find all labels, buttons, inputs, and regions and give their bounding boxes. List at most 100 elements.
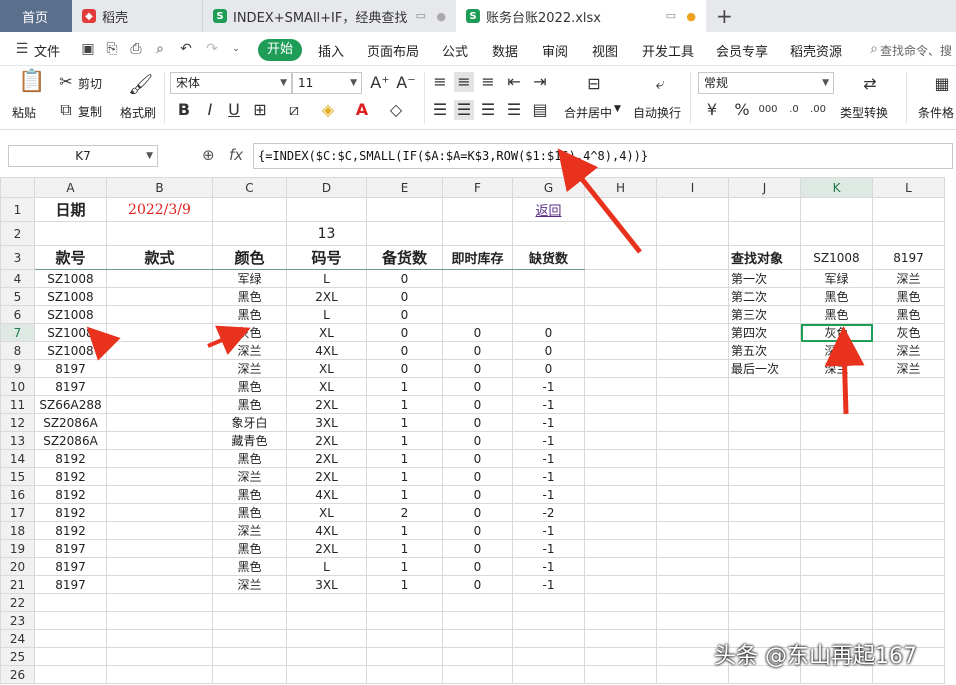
cell-a6[interactable]: SZ1008 bbox=[34, 305, 107, 324]
cell-d6[interactable]: L bbox=[286, 305, 367, 324]
cell-e26[interactable] bbox=[366, 665, 443, 684]
cell-l6[interactable]: 黑色 bbox=[872, 305, 945, 324]
cell-f14[interactable]: 0 bbox=[442, 449, 513, 468]
cell-b21[interactable] bbox=[106, 575, 213, 594]
cell-d22[interactable] bbox=[286, 593, 367, 612]
cell-i16[interactable] bbox=[656, 485, 729, 504]
cell-c8[interactable]: 深兰 bbox=[212, 341, 287, 360]
menu-start[interactable]: 开始 bbox=[258, 39, 302, 61]
cell-f9[interactable]: 0 bbox=[442, 359, 513, 378]
column-header-h[interactable]: H bbox=[584, 177, 657, 198]
cell-j18[interactable] bbox=[728, 521, 801, 540]
cell-h24[interactable] bbox=[584, 629, 657, 648]
cell-k5[interactable]: 黑色 bbox=[800, 287, 873, 306]
column-header-a[interactable]: A bbox=[34, 177, 107, 198]
menu-developer[interactable]: 开发工具 bbox=[642, 41, 694, 60]
cell-i14[interactable] bbox=[656, 449, 729, 468]
cell-j2[interactable] bbox=[728, 221, 801, 246]
cell-e22[interactable] bbox=[366, 593, 443, 612]
cell-d16[interactable]: 4XL bbox=[286, 485, 367, 504]
cell-i3[interactable] bbox=[656, 245, 729, 270]
cell-j14[interactable] bbox=[728, 449, 801, 468]
cell-a11[interactable]: SZ66A288 bbox=[34, 395, 107, 414]
cell-c16[interactable]: 黑色 bbox=[212, 485, 287, 504]
cell-b16[interactable] bbox=[106, 485, 213, 504]
menu-page-layout[interactable]: 页面布局 bbox=[367, 41, 419, 60]
cell-l19[interactable] bbox=[872, 539, 945, 558]
cell-b18[interactable] bbox=[106, 521, 213, 540]
cell-a23[interactable] bbox=[34, 611, 107, 630]
align-top-icon[interactable]: ≡ bbox=[430, 72, 450, 92]
cell-a13[interactable]: SZ2086A bbox=[34, 431, 107, 450]
cell-b11[interactable] bbox=[106, 395, 213, 414]
cell-k9[interactable]: 深兰 bbox=[800, 359, 873, 378]
cell-h14[interactable] bbox=[584, 449, 657, 468]
cell-b19[interactable] bbox=[106, 539, 213, 558]
cell-i17[interactable] bbox=[656, 503, 729, 522]
cell-h22[interactable] bbox=[584, 593, 657, 612]
fill-color-icon[interactable]: ◈ bbox=[318, 100, 338, 120]
menu-insert[interactable]: 插入 bbox=[318, 41, 344, 60]
cell-k3[interactable]: SZ1008 bbox=[800, 245, 873, 270]
indent-increase-icon[interactable]: ⇥ bbox=[530, 72, 550, 92]
cell-k18[interactable] bbox=[800, 521, 873, 540]
cell-d21[interactable]: 3XL bbox=[286, 575, 367, 594]
cell-g2[interactable] bbox=[512, 221, 585, 246]
cell-k7[interactable]: 灰色 bbox=[800, 323, 873, 342]
cell-c1[interactable] bbox=[212, 197, 287, 222]
cell-f4[interactable] bbox=[442, 269, 513, 288]
cell-d5[interactable]: 2XL bbox=[286, 287, 367, 306]
zoom-icon[interactable]: ⊕ bbox=[202, 146, 215, 164]
cell-c24[interactable] bbox=[212, 629, 287, 648]
cell-h12[interactable] bbox=[584, 413, 657, 432]
monitor-icon[interactable]: ▭ bbox=[416, 9, 426, 22]
dot-icon[interactable]: ● bbox=[436, 10, 446, 23]
cell-g23[interactable] bbox=[512, 611, 585, 630]
cell-f21[interactable]: 0 bbox=[442, 575, 513, 594]
formula-input[interactable]: {=INDEX($C:$C,SMALL(IF($A:$A=K$3,ROW($1:… bbox=[253, 143, 953, 169]
monitor-icon[interactable]: ▭ bbox=[666, 9, 676, 22]
cell-h19[interactable] bbox=[584, 539, 657, 558]
cell-a24[interactable] bbox=[34, 629, 107, 648]
cell-c5[interactable]: 黑色 bbox=[212, 287, 287, 306]
cell-g9[interactable]: 0 bbox=[512, 359, 585, 378]
cell-j5[interactable]: 第二次 bbox=[728, 287, 801, 306]
cell-c11[interactable]: 黑色 bbox=[212, 395, 287, 414]
cell-e8[interactable]: 0 bbox=[366, 341, 443, 360]
cell-a9[interactable]: 8197 bbox=[34, 359, 107, 378]
cell-a19[interactable]: 8197 bbox=[34, 539, 107, 558]
cell-h9[interactable] bbox=[584, 359, 657, 378]
cell-k14[interactable] bbox=[800, 449, 873, 468]
cell-i22[interactable] bbox=[656, 593, 729, 612]
italic-icon[interactable]: I bbox=[200, 100, 220, 120]
row-header[interactable]: 16 bbox=[0, 485, 35, 504]
cell-h16[interactable] bbox=[584, 485, 657, 504]
font-size-select[interactable]: 11 ▼ bbox=[292, 72, 362, 94]
align-left-icon[interactable]: ☰ bbox=[430, 100, 450, 120]
cell-l10[interactable] bbox=[872, 377, 945, 396]
new-tab-button[interactable]: + bbox=[716, 4, 733, 28]
cell-k6[interactable]: 黑色 bbox=[800, 305, 873, 324]
row-header[interactable]: 2 bbox=[0, 221, 35, 246]
cell-f8[interactable]: 0 bbox=[442, 341, 513, 360]
cell-d15[interactable]: 2XL bbox=[286, 467, 367, 486]
cell-l2[interactable] bbox=[872, 221, 945, 246]
chevron-down-icon[interactable]: ▼ bbox=[614, 104, 621, 114]
column-header-j[interactable]: J bbox=[728, 177, 801, 198]
eraser-icon[interactable]: ◇ bbox=[386, 100, 406, 120]
cell-f12[interactable]: 0 bbox=[442, 413, 513, 432]
cell-b4[interactable] bbox=[106, 269, 213, 288]
cell-k4[interactable]: 军绿 bbox=[800, 269, 873, 288]
cell-h5[interactable] bbox=[584, 287, 657, 306]
cell-d1[interactable] bbox=[286, 197, 367, 222]
row-header[interactable]: 11 bbox=[0, 395, 35, 414]
select-all-corner[interactable] bbox=[0, 177, 35, 198]
cell-g14[interactable]: -1 bbox=[512, 449, 585, 468]
cell-g1[interactable]: 返回 bbox=[512, 197, 585, 222]
cell-b7[interactable] bbox=[106, 323, 213, 342]
merge-center-icon[interactable]: ⊟ bbox=[582, 74, 606, 94]
cell-c15[interactable]: 深兰 bbox=[212, 467, 287, 486]
cell-j4[interactable]: 第一次 bbox=[728, 269, 801, 288]
font-name-select[interactable]: 宋体 ▼ bbox=[170, 72, 292, 94]
cell-i11[interactable] bbox=[656, 395, 729, 414]
